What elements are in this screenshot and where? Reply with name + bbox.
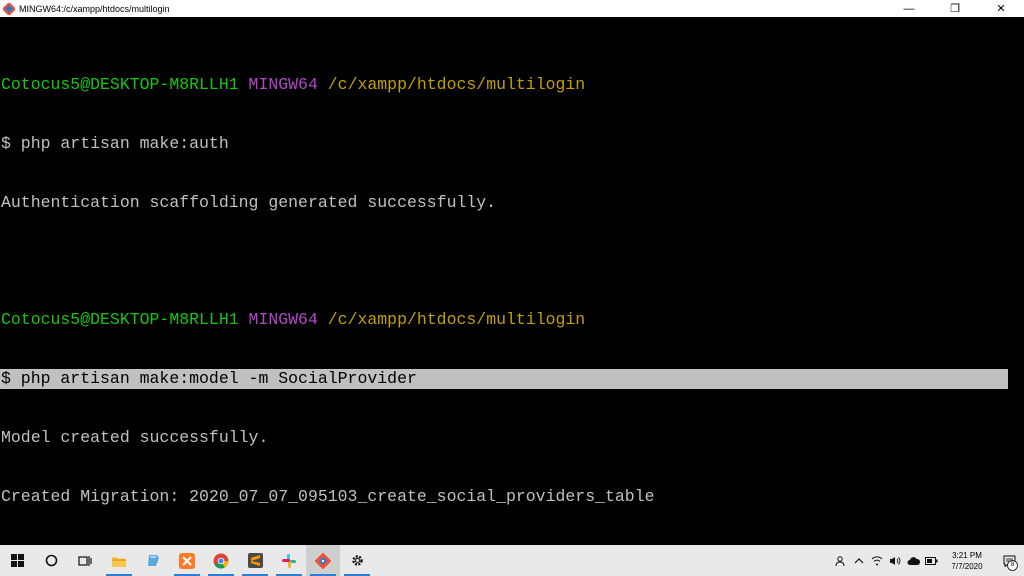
system-clock[interactable]: 3:21 PM 7/7/2020 <box>940 550 994 572</box>
chrome-button[interactable] <box>204 545 238 576</box>
cortana-button[interactable] <box>34 545 68 576</box>
git-bash-icon <box>315 552 331 569</box>
xampp-button[interactable] <box>170 545 204 576</box>
notepad-button[interactable] <box>136 545 170 576</box>
chrome-icon <box>213 553 229 568</box>
window-title-bar[interactable]: MINGW64:/c/xampp/htdocs/multilogin — ❐ ✕ <box>0 0 1024 18</box>
notepad-icon <box>147 555 159 566</box>
slack-icon <box>282 553 296 568</box>
restore-icon: ❐ <box>950 3 960 15</box>
prompt-mingw-tag: MINGW64 <box>248 310 318 330</box>
battery-icon[interactable] <box>922 545 940 576</box>
git-bash-app-icon <box>3 2 15 15</box>
xampp-icon <box>179 552 195 569</box>
start-icon <box>10 554 24 567</box>
settings-button[interactable] <box>340 545 374 576</box>
chevron-up-icon[interactable] <box>850 545 868 576</box>
close-button[interactable]: ✕ <box>978 0 1024 17</box>
system-tray: 3:21 PM 7/7/2020 8 <box>832 545 1024 576</box>
minimize-button[interactable]: — <box>886 0 932 17</box>
minimize-icon: — <box>903 2 915 15</box>
git-bash-button[interactable] <box>306 545 340 576</box>
prompt-path: /c/xampp/htdocs/multilogin <box>327 75 586 95</box>
clock-time: 3:21 PM <box>952 550 982 560</box>
close-icon: ✕ <box>996 3 1006 15</box>
cortana-icon <box>45 554 57 567</box>
file-explorer-button[interactable] <box>102 545 136 576</box>
slack-button[interactable] <box>272 545 306 576</box>
output-line: Created Migration: 2020_07_07_095103_cre… <box>1 486 655 506</box>
output-line: Model created successfully. <box>1 427 269 447</box>
volume-icon[interactable] <box>886 545 904 576</box>
taskbar: 3:21 PM 7/7/2020 8 <box>0 545 1024 576</box>
task-view-icon <box>78 555 92 566</box>
restore-button[interactable]: ❐ <box>932 0 978 17</box>
onedrive-icon[interactable] <box>904 545 922 576</box>
selected-command-line[interactable]: $ php artisan make:model -m SocialProvid… <box>0 369 1008 389</box>
file-explorer-icon <box>112 556 126 567</box>
action-center-button[interactable]: 8 <box>994 545 1024 576</box>
command-line: $ php artisan make:auth <box>1 133 229 153</box>
clock-date: 7/7/2020 <box>951 561 983 571</box>
window-title: MINGW64:/c/xampp/htdocs/multilogin <box>19 3 170 14</box>
output-line: Authentication scaffolding generated suc… <box>1 192 497 212</box>
prompt-path: /c/xampp/htdocs/multilogin <box>327 310 586 330</box>
prompt-user-host: Cotocus5@DESKTOP-M8RLLH1 <box>1 310 239 330</box>
task-view-button[interactable] <box>68 545 102 576</box>
prompt-line: Cotocus5@DESKTOP-M8RLLH1 MINGW64 /c/xamp… <box>0 310 1024 330</box>
sublime-text-icon <box>247 553 263 568</box>
start-button[interactable] <box>0 545 34 576</box>
sublime-text-button[interactable] <box>238 545 272 576</box>
prompt-line: Cotocus5@DESKTOP-M8RLLH1 MINGW64 /c/xamp… <box>0 75 1024 95</box>
settings-icon <box>351 555 363 566</box>
people-icon[interactable] <box>832 545 850 576</box>
wifi-icon[interactable] <box>868 545 886 576</box>
notification-count-badge: 8 <box>1007 560 1018 571</box>
terminal-output[interactable]: Cotocus5@DESKTOP-M8RLLH1 MINGW64 /c/xamp… <box>0 17 1024 545</box>
prompt-user-host: Cotocus5@DESKTOP-M8RLLH1 <box>1 75 239 95</box>
prompt-mingw-tag: MINGW64 <box>248 75 318 95</box>
